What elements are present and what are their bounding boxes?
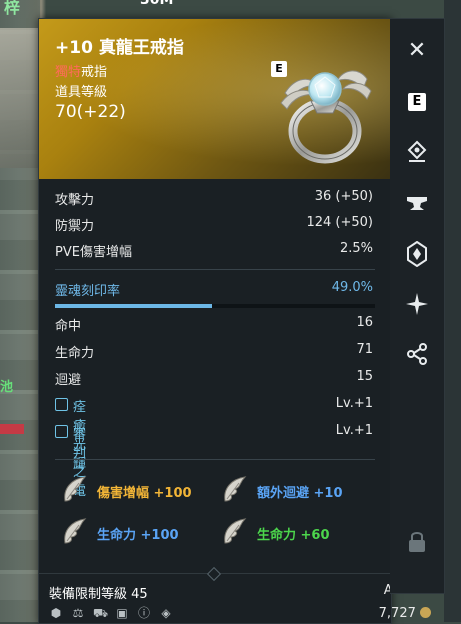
soul-engrave-bar-fill bbox=[55, 304, 212, 308]
soul-engrave-value: 49.0% bbox=[331, 280, 373, 295]
item-level-value: 70(+22) bbox=[55, 102, 126, 122]
soul-engrave-label: 靈魂刻印率 bbox=[55, 284, 121, 299]
equip-level-requirement: 裝備限制等級 45 bbox=[49, 587, 148, 602]
health-bar bbox=[0, 424, 24, 434]
substat-value: 71 bbox=[356, 342, 373, 357]
stat-value: 36 (+50) bbox=[314, 189, 373, 204]
awaken-button[interactable] bbox=[402, 289, 432, 319]
ring-icon bbox=[280, 70, 372, 164]
item-name: +10 真龍王戒指 bbox=[55, 38, 184, 58]
substat-label: 命中 bbox=[55, 319, 82, 334]
stat-value: 124 (+50) bbox=[306, 215, 373, 230]
stat-row: PVE傷害增幅 2.5% bbox=[39, 241, 391, 263]
crystal-button[interactable] bbox=[402, 239, 432, 269]
divider bbox=[55, 269, 375, 270]
share-button[interactable] bbox=[402, 339, 432, 369]
bag-icon: ▣ bbox=[116, 606, 128, 620]
wing-feather-icon bbox=[64, 518, 87, 544]
substat-label: 迴避 bbox=[55, 373, 82, 388]
e-grade-icon: E bbox=[408, 93, 426, 111]
item-type: 獨特戒指 bbox=[55, 61, 107, 80]
divider bbox=[55, 459, 375, 460]
coin-icon bbox=[420, 607, 431, 618]
substat-label: 生命力 bbox=[55, 346, 95, 361]
background-number: 30M bbox=[140, 0, 174, 8]
lock-button[interactable] bbox=[402, 527, 432, 557]
bonus-option-label: 額外迴避 +10 bbox=[257, 486, 343, 501]
item-tooltip: +10 真龍王戒指 獨特戒指 道具等級 70(+22) E 攻擊力 36 (+5… bbox=[38, 18, 431, 624]
item-header: +10 真龍王戒指 獨特戒指 道具等級 70(+22) E bbox=[39, 19, 391, 179]
substat-row: 生命力 71 bbox=[39, 342, 391, 364]
tradeable-icon: ⬢ bbox=[50, 606, 62, 620]
crystal-icon bbox=[407, 241, 427, 267]
skill-icon bbox=[55, 425, 68, 438]
location-pin-icon bbox=[407, 140, 427, 162]
lock-icon bbox=[409, 532, 425, 552]
soul-engrave-row: 靈魂刻印率 49.0% bbox=[39, 280, 391, 302]
substat-row: 迴避 15 bbox=[39, 369, 391, 391]
close-icon: ✕ bbox=[407, 37, 427, 63]
item-category: 戒指 bbox=[81, 65, 108, 80]
enhance-button[interactable] bbox=[402, 189, 432, 219]
bonus-options: 傷害增幅 +100 額外迴避 +10 生命力 +100 生命力 +60 bbox=[53, 467, 379, 575]
tooltip-footer: 裝備限制等級 45 Aveline ⬢ ⚖ ⛟ ▣ ⓘ ◈ 7,727 bbox=[39, 566, 431, 624]
wing-feather-icon bbox=[64, 476, 87, 502]
anvil-icon bbox=[407, 197, 427, 210]
soul-engrave-bar bbox=[55, 304, 375, 308]
gem-icon: ◈ bbox=[161, 606, 171, 620]
location-button[interactable] bbox=[402, 137, 432, 167]
grade-button[interactable]: E bbox=[402, 87, 432, 117]
stat-value: 2.5% bbox=[339, 241, 373, 256]
info-icon: ⓘ bbox=[137, 606, 150, 620]
stat-row: 防禦力 124 (+50) bbox=[39, 215, 391, 237]
stat-row: 攻擊力 36 (+50) bbox=[39, 189, 391, 211]
substat-value: 16 bbox=[356, 315, 373, 330]
price-value: 7,727 bbox=[378, 606, 416, 621]
star-burst-icon bbox=[406, 293, 428, 315]
skill-icon bbox=[55, 398, 68, 411]
item-rarity: 獨特 bbox=[55, 65, 82, 80]
stat-label: PVE傷害增幅 bbox=[55, 245, 132, 260]
bonus-option-label: 生命力 +100 bbox=[97, 528, 179, 543]
skill-level: Lv.+1 bbox=[335, 423, 373, 438]
wing-feather-icon bbox=[224, 476, 247, 502]
stat-label: 攻擊力 bbox=[55, 193, 95, 208]
bonus-option-label: 傷害增幅 +100 bbox=[97, 486, 192, 501]
substat-row: 命中 16 bbox=[39, 315, 391, 337]
item-price: 7,727 bbox=[379, 606, 431, 621]
background-text: 梓 bbox=[4, 0, 21, 17]
bonus-option-label: 生命力 +60 bbox=[257, 528, 330, 543]
substat-value: 15 bbox=[356, 369, 373, 384]
skill-row[interactable]: 痊癒光輝 Lv.+1 bbox=[39, 396, 391, 472]
share-icon bbox=[407, 343, 427, 365]
skill-row[interactable]: 審判之電 Lv.+1 bbox=[39, 423, 391, 499]
stat-label: 防禦力 bbox=[55, 219, 95, 234]
item-level-label: 道具等級 bbox=[55, 85, 108, 100]
close-button[interactable]: ✕ bbox=[402, 35, 432, 65]
background-floating-text: 池 bbox=[0, 380, 14, 395]
tooltip-sidebar: ✕ E bbox=[390, 18, 445, 594]
skill-level: Lv.+1 bbox=[335, 396, 373, 411]
wing-feather-icon bbox=[224, 518, 247, 544]
merchant-icon: ⛟ bbox=[93, 606, 109, 620]
scale-icon: ⚖ bbox=[72, 606, 84, 620]
